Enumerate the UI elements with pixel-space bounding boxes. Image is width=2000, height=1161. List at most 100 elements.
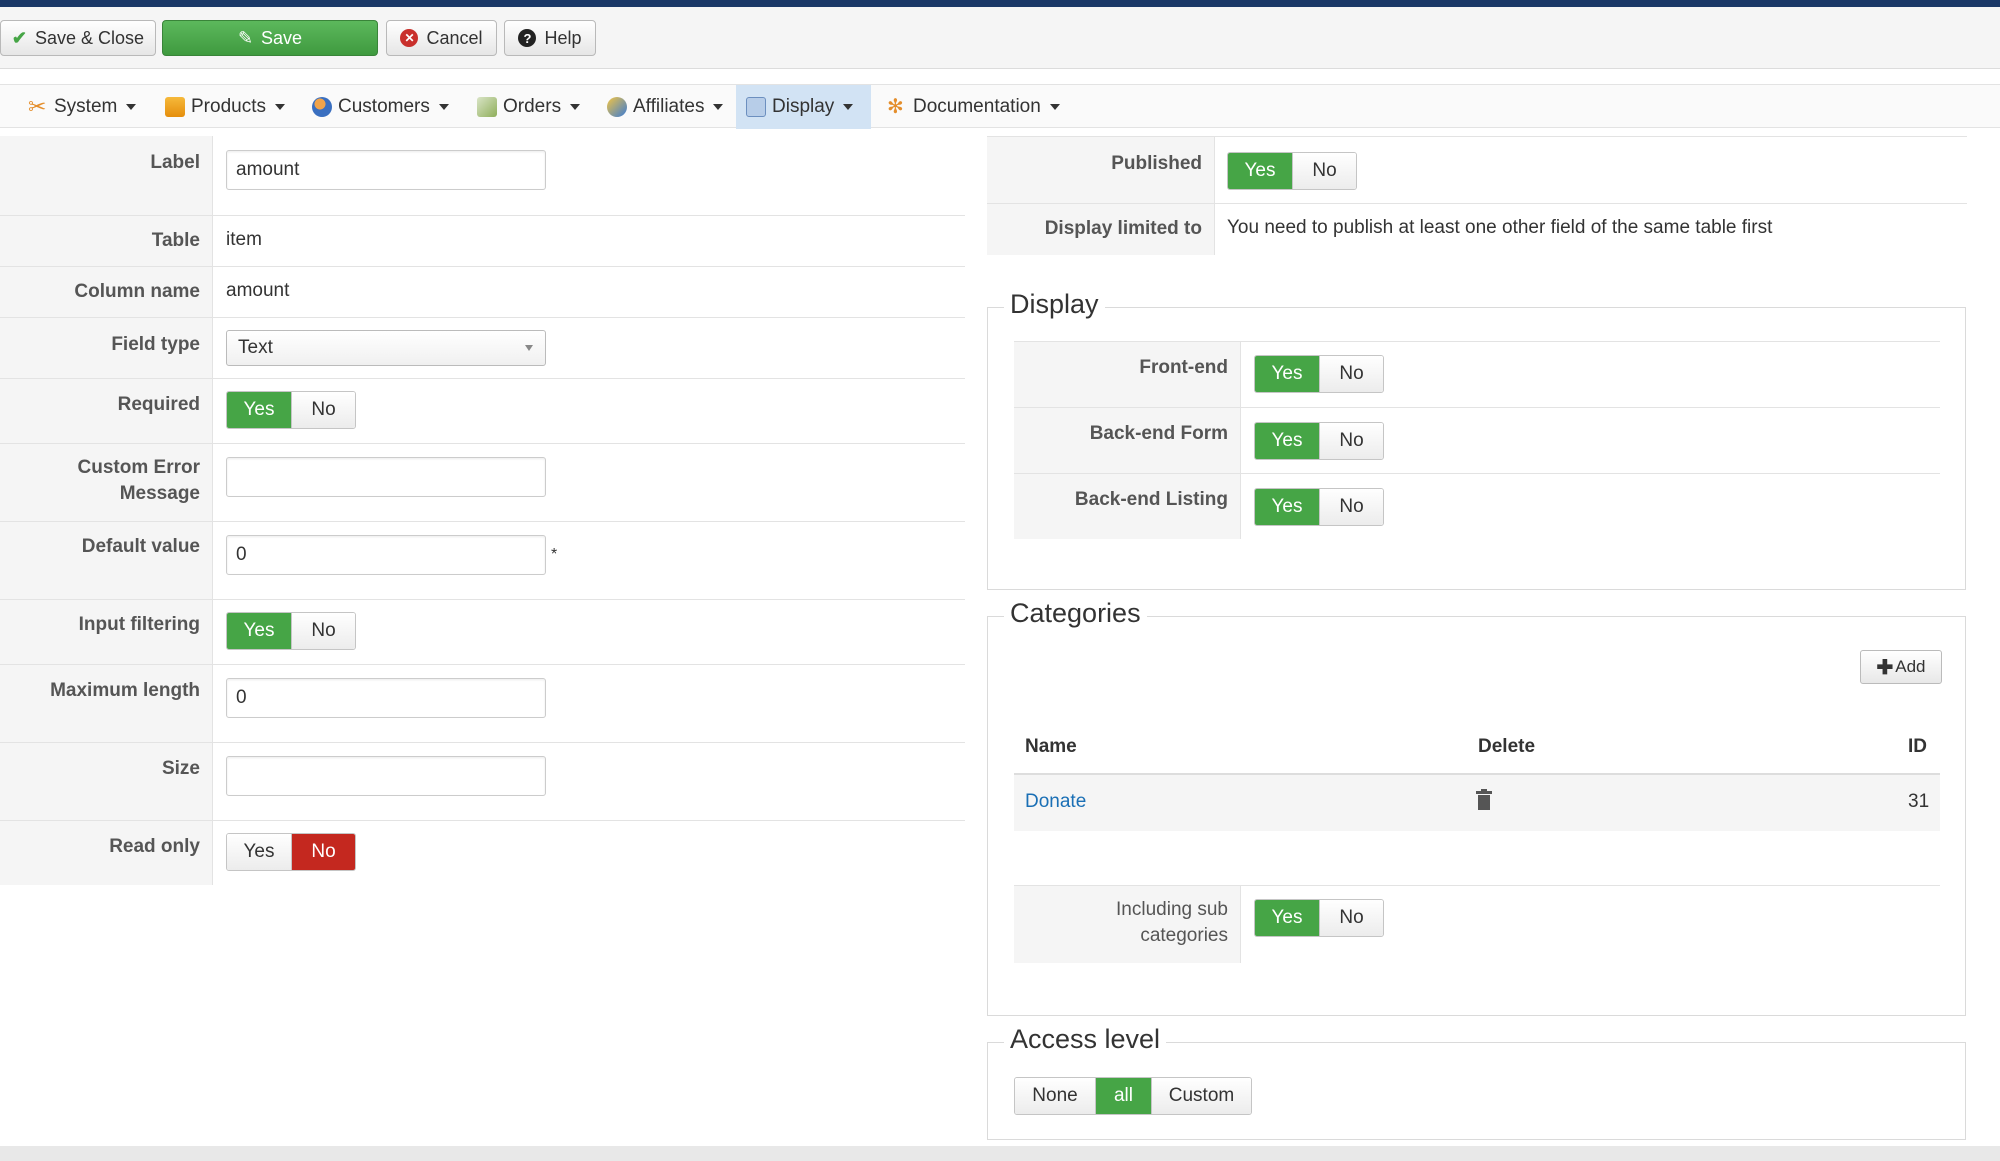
help-icon: ?	[518, 29, 537, 47]
chevron-down-icon	[570, 104, 581, 110]
category-link-donate[interactable]: Donate	[1025, 791, 1086, 813]
access-level-legend: Access level	[1004, 1024, 1167, 1055]
save-close-button[interactable]: ✔ Save & Close	[0, 20, 156, 56]
row-front-end: Front-end Yes No	[1014, 341, 1940, 407]
display-limited-message: You need to publish at least one other f…	[1227, 217, 1773, 238]
menu-products[interactable]: Products	[155, 85, 295, 129]
main-menu: ✂ System Products Customers Orders Affil…	[0, 84, 2000, 129]
input-filtering-no[interactable]: No	[291, 613, 355, 649]
table-value: item	[226, 229, 262, 250]
backend-form-no[interactable]: No	[1319, 423, 1383, 459]
maximum-length-input[interactable]: 0	[226, 678, 546, 718]
menu-customers[interactable]: Customers	[302, 85, 459, 129]
read-only-no[interactable]: No	[291, 834, 355, 870]
required-no[interactable]: No	[291, 392, 355, 428]
access-level-fieldset: Access level None all Custom	[987, 1024, 1966, 1140]
input-filtering-yes[interactable]: Yes	[227, 613, 291, 649]
including-sub-no[interactable]: No	[1319, 900, 1383, 936]
menu-display-label: Display	[772, 96, 835, 117]
custom-error-label-line1: Custom Error	[77, 457, 200, 478]
trash-icon[interactable]	[1476, 789, 1492, 811]
menu-system[interactable]: ✂ System	[18, 85, 146, 129]
read-only-yes[interactable]: Yes	[227, 834, 291, 870]
published-toggle: Yes No	[1227, 152, 1357, 190]
row-backend-form: Back-end Form Yes No	[1014, 407, 1940, 473]
access-level-none[interactable]: None	[1015, 1078, 1095, 1114]
column-name-label: Column name	[0, 267, 213, 317]
including-sub-label-line1: Including sub	[1116, 899, 1228, 920]
add-category-label: Add	[1895, 657, 1926, 676]
menu-system-label: System	[54, 96, 118, 117]
menu-orders-label: Orders	[503, 96, 562, 117]
published-label: Published	[987, 137, 1215, 203]
chevron-down-icon	[713, 104, 724, 110]
menu-orders[interactable]: Orders	[467, 85, 590, 129]
menu-documentation-label: Documentation	[913, 96, 1041, 117]
published-yes[interactable]: Yes	[1228, 153, 1292, 189]
label-input[interactable]: amount	[226, 150, 546, 190]
table-row: Donate 31	[1014, 775, 1940, 831]
access-level-all[interactable]: all	[1095, 1078, 1151, 1114]
save-button[interactable]: ✎ Save	[162, 20, 378, 56]
row-custom-error: Custom Error Message	[0, 443, 965, 521]
input-filtering-label: Input filtering	[0, 600, 213, 664]
custom-error-input[interactable]	[226, 457, 546, 497]
menu-products-label: Products	[191, 96, 266, 117]
documentation-icon: ✻	[887, 96, 904, 118]
display-limited-label: Display limited to	[987, 204, 1215, 255]
menu-display[interactable]: Display	[736, 85, 871, 129]
cancel-icon: ✕	[400, 29, 419, 47]
customers-icon	[312, 97, 332, 117]
size-input[interactable]	[226, 756, 546, 796]
top-accent-bar	[0, 0, 2000, 7]
required-yes[interactable]: Yes	[227, 392, 291, 428]
backend-listing-yes[interactable]: Yes	[1255, 489, 1319, 525]
categories-header-name: Name	[1025, 736, 1077, 757]
chevron-down-icon	[126, 104, 137, 110]
default-value-input[interactable]: 0	[226, 535, 546, 575]
column-name-value: amount	[226, 280, 290, 301]
save-label: Save	[261, 27, 303, 48]
display-icon	[746, 97, 766, 117]
front-end-no[interactable]: No	[1319, 356, 1383, 392]
field-type-select[interactable]: Text	[226, 330, 546, 366]
help-button[interactable]: ? Help	[504, 20, 596, 56]
menu-affiliates-label: Affiliates	[633, 96, 705, 117]
menu-affiliates[interactable]: Affiliates	[597, 85, 733, 129]
front-end-yes[interactable]: Yes	[1255, 356, 1319, 392]
field-type-selected: Text	[238, 337, 273, 358]
row-default-value: Default value 0 *	[0, 521, 965, 599]
help-label: Help	[544, 27, 582, 48]
including-sub-toggle: Yes No	[1254, 899, 1384, 937]
categories-header-id: ID	[1908, 736, 1927, 757]
toolbar: ✔ Save & Close ✎ Save ✕ Cancel ? Help	[0, 7, 2000, 69]
category-id: 31	[1908, 791, 1930, 812]
menu-documentation[interactable]: ✻ Documentation	[877, 85, 1070, 129]
access-level-custom[interactable]: Custom	[1151, 1078, 1251, 1114]
size-label: Size	[0, 743, 213, 820]
categories-legend: Categories	[1004, 598, 1147, 629]
including-sub-yes[interactable]: Yes	[1255, 900, 1319, 936]
row-label: Label amount	[0, 136, 965, 215]
categories-header-delete: Delete	[1478, 736, 1536, 757]
label-label: Label	[0, 136, 213, 215]
including-sub-label: Including sub categories	[1014, 886, 1241, 963]
table-label: Table	[0, 216, 213, 266]
chevron-down-icon	[274, 104, 285, 110]
row-field-type: Field type Text	[0, 317, 965, 378]
cancel-button[interactable]: ✕ Cancel	[386, 20, 497, 56]
check-icon: ✔	[11, 28, 28, 48]
read-only-label: Read only	[0, 821, 213, 885]
chevron-down-icon	[525, 345, 533, 351]
backend-form-yes[interactable]: Yes	[1255, 423, 1319, 459]
display-legend: Display	[1004, 289, 1105, 320]
published-no[interactable]: No	[1292, 153, 1356, 189]
backend-listing-no[interactable]: No	[1319, 489, 1383, 525]
read-only-toggle: Yes No	[226, 833, 356, 871]
custom-error-label-line2: Message	[119, 483, 200, 504]
required-label: Required	[0, 379, 213, 443]
wrench-icon: ✂	[28, 94, 47, 119]
orders-icon	[477, 97, 497, 117]
add-category-button[interactable]: ✚ Add	[1860, 650, 1942, 684]
custom-error-label: Custom Error Message	[0, 444, 213, 521]
